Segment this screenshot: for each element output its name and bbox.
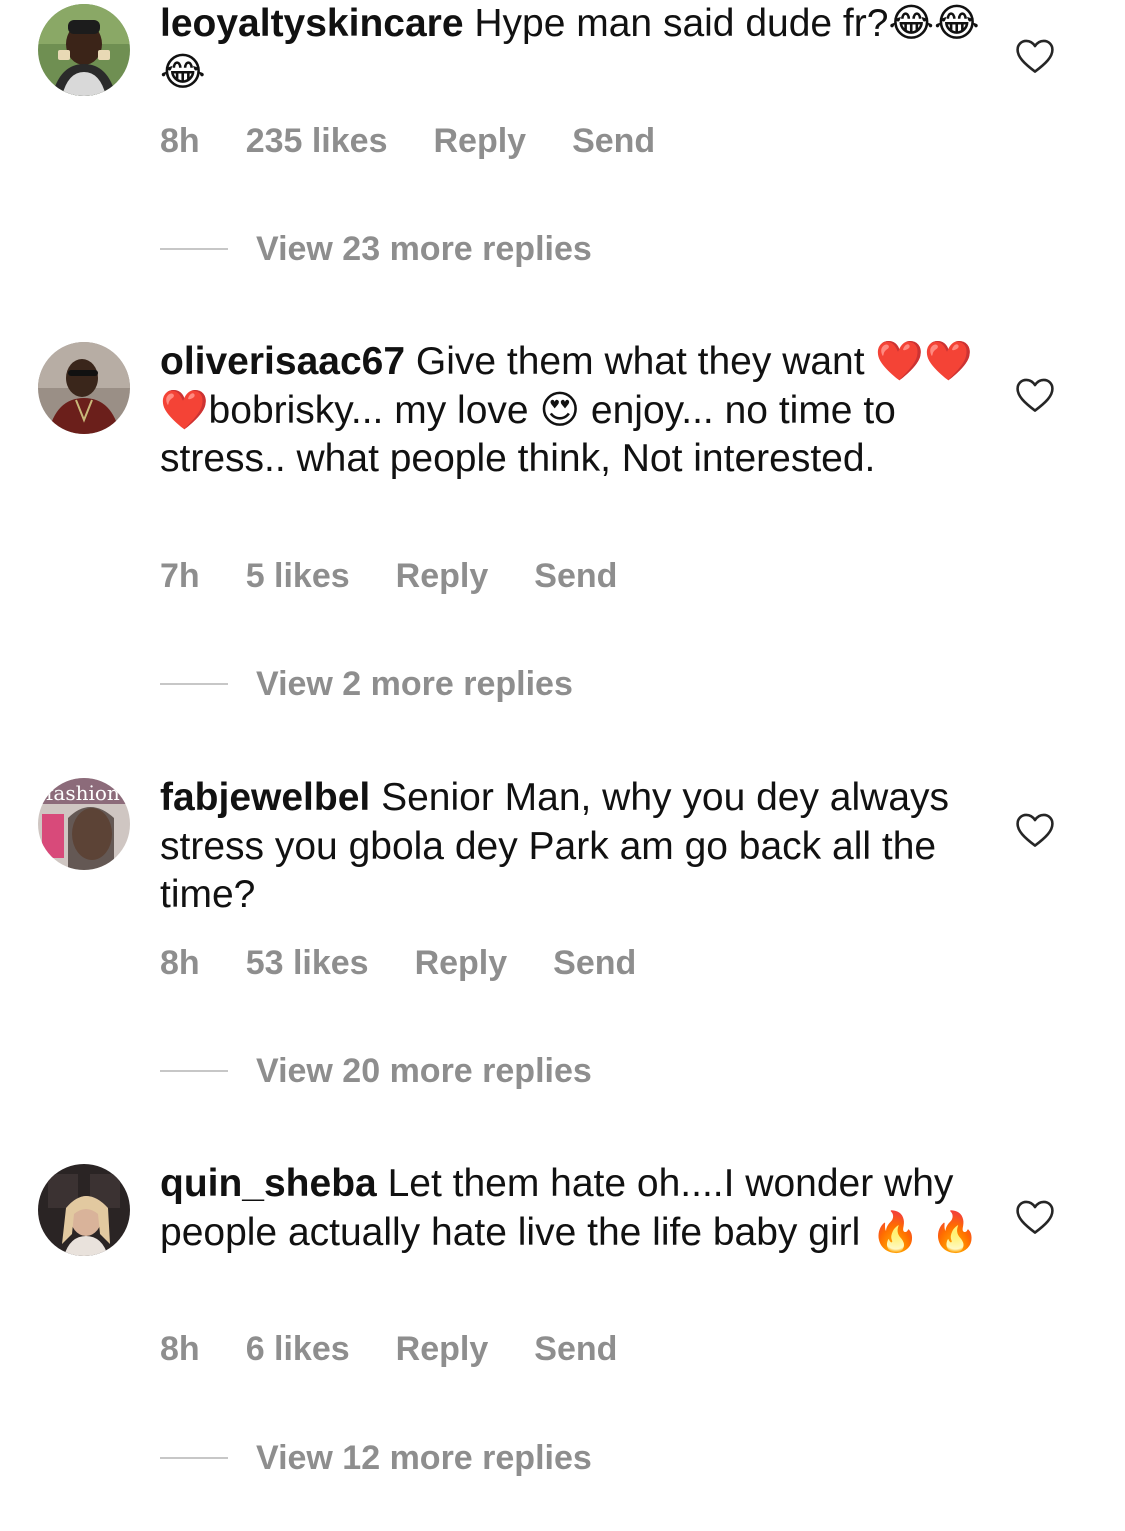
- heart-outline-icon[interactable]: [1013, 1195, 1057, 1239]
- comment-time: 7h: [160, 557, 200, 595]
- comment-text: oliverisaac67 Give them what they want ❤…: [160, 338, 980, 484]
- heart-outline-icon[interactable]: [1013, 34, 1057, 78]
- send-button[interactable]: Send: [572, 122, 655, 160]
- reply-button[interactable]: Reply: [396, 557, 489, 595]
- reply-button[interactable]: Reply: [415, 944, 508, 982]
- heart-outline-icon[interactable]: [1013, 808, 1057, 852]
- comment-username[interactable]: oliverisaac67: [160, 340, 405, 383]
- comment-meta: 7h 5 likes Reply Send: [160, 557, 663, 601]
- comment-time: 8h: [160, 122, 200, 160]
- divider-line: [160, 1457, 228, 1460]
- avatar[interactable]: [38, 342, 130, 434]
- reply-button[interactable]: Reply: [396, 1330, 489, 1368]
- comment-time: 8h: [160, 1330, 200, 1368]
- heart-outline-icon[interactable]: [1013, 373, 1057, 417]
- comment-text: fabjewelbel Senior Man, why you dey alwa…: [160, 774, 980, 920]
- comment-username[interactable]: leoyaltyskincare: [160, 2, 464, 45]
- comment-meta: 8h 235 likes Reply Send: [160, 122, 701, 166]
- comment-username[interactable]: fabjewelbel: [160, 776, 370, 819]
- view-replies-button[interactable]: View 12 more replies: [160, 1439, 592, 1483]
- divider-line: [160, 683, 228, 686]
- view-replies-button[interactable]: View 20 more replies: [160, 1052, 592, 1096]
- likes-count[interactable]: 5 likes: [246, 557, 350, 595]
- view-replies-label: View 2 more replies: [256, 665, 573, 703]
- view-replies-label: View 20 more replies: [256, 1052, 592, 1090]
- view-replies-button[interactable]: View 2 more replies: [160, 665, 573, 709]
- avatar-text: fashion: [46, 781, 120, 805]
- comment-text: leoyaltyskincare Hype man said dude fr?😂…: [160, 0, 980, 97]
- comment-text: quin_sheba Let them hate oh....I wonder …: [160, 1160, 980, 1257]
- view-replies-button[interactable]: View 23 more replies: [160, 230, 592, 274]
- comment-meta: 8h 53 likes Reply Send: [160, 944, 682, 988]
- send-button[interactable]: Send: [553, 944, 636, 982]
- divider-line: [160, 1070, 228, 1073]
- avatar[interactable]: [38, 1164, 130, 1256]
- view-replies-label: View 23 more replies: [256, 230, 592, 268]
- comment-meta: 8h 6 likes Reply Send: [160, 1330, 663, 1374]
- comment-username[interactable]: quin_sheba: [160, 1162, 377, 1205]
- likes-count[interactable]: 53 likes: [246, 944, 369, 982]
- avatar[interactable]: fashion: [38, 778, 130, 870]
- reply-button[interactable]: Reply: [433, 122, 526, 160]
- likes-count[interactable]: 6 likes: [246, 1330, 350, 1368]
- likes-count[interactable]: 235 likes: [246, 122, 388, 160]
- comment-time: 8h: [160, 944, 200, 982]
- divider-line: [160, 248, 228, 251]
- send-button[interactable]: Send: [534, 557, 617, 595]
- view-replies-label: View 12 more replies: [256, 1439, 592, 1477]
- avatar[interactable]: [38, 4, 130, 96]
- send-button[interactable]: Send: [534, 1330, 617, 1368]
